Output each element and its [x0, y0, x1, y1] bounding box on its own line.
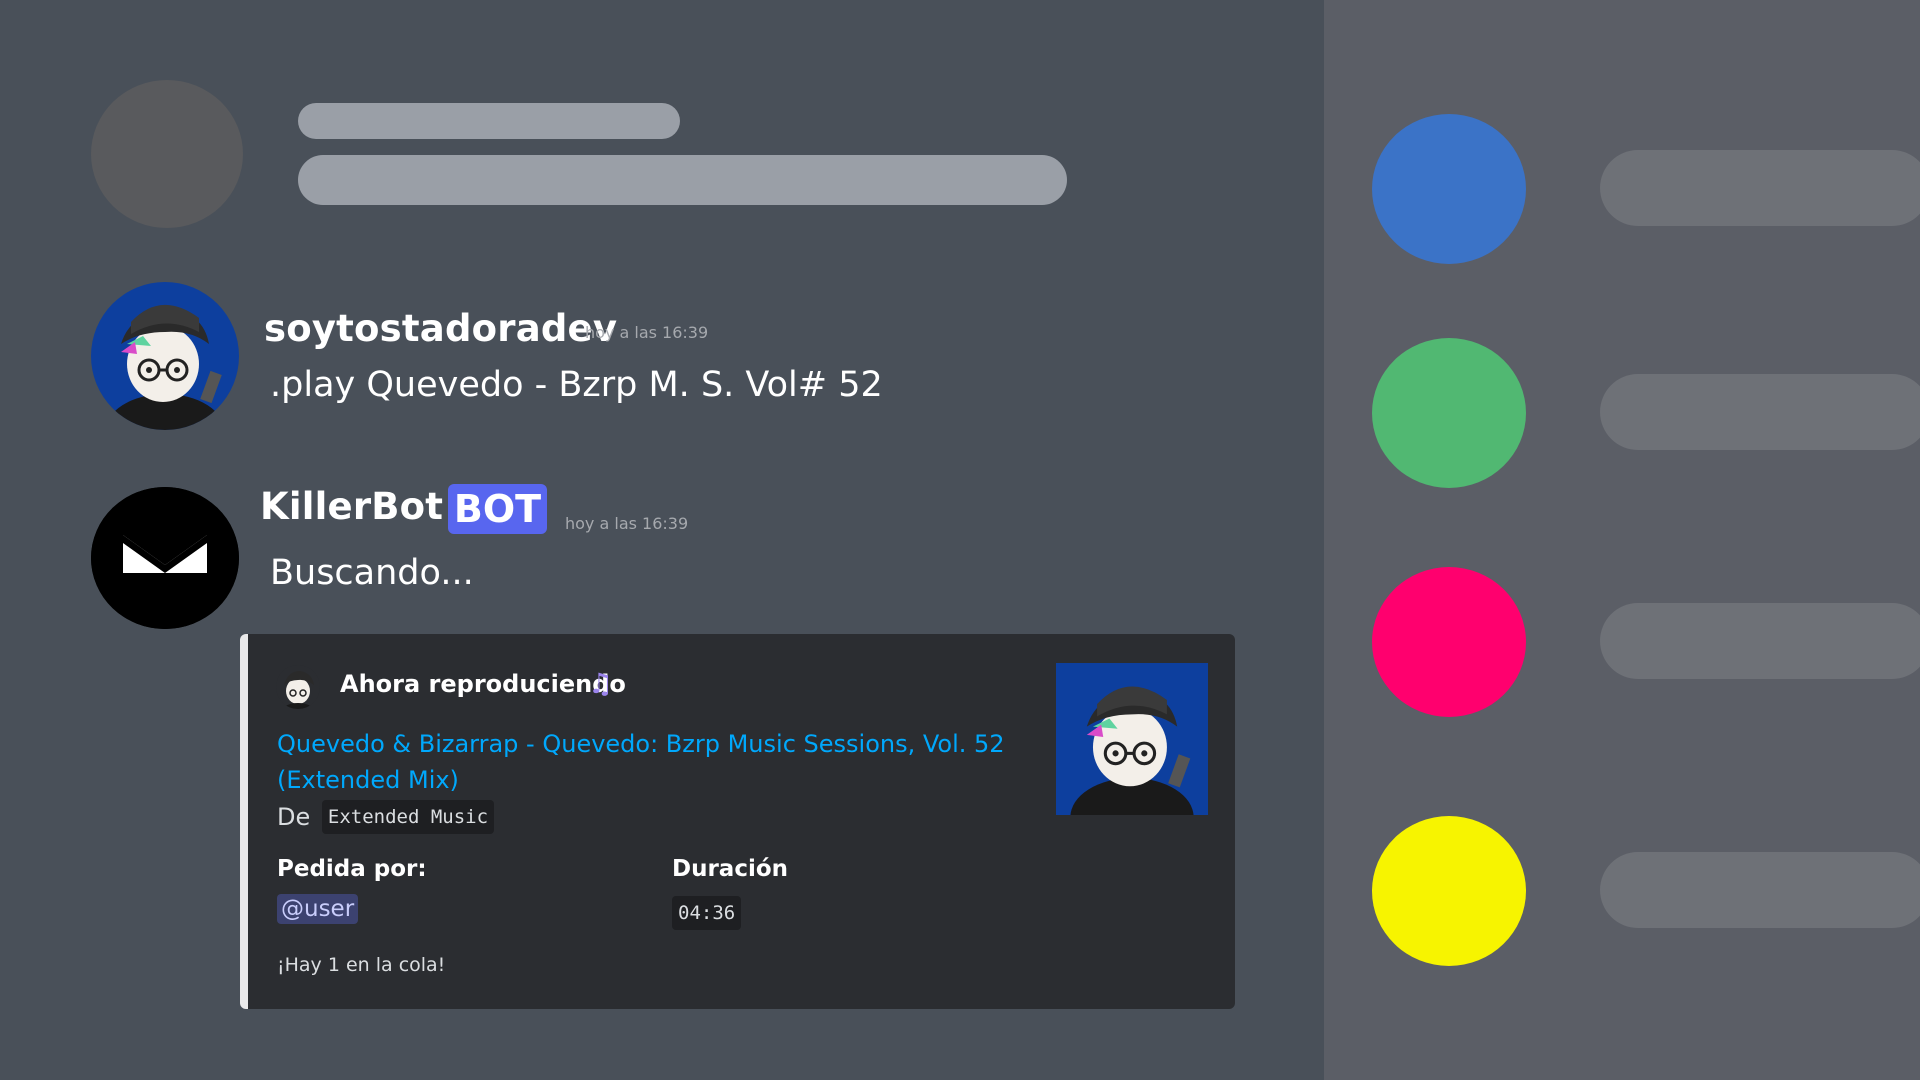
placeholder-avatar	[91, 80, 243, 228]
chat-area: soytostadoradev hoy a las 16:39 .play Qu…	[0, 0, 1324, 1080]
message-username[interactable]: soytostadoradev	[264, 307, 617, 350]
member-name-placeholder	[1600, 852, 1920, 928]
message-timestamp: hoy a las 16:39	[565, 514, 689, 533]
message-timestamp: hoy a las 16:39	[585, 323, 709, 342]
bot-avatar[interactable]	[91, 487, 239, 629]
bot-badge: BOT	[448, 484, 547, 534]
embed-description: De Extended Music	[277, 800, 495, 834]
bot-username[interactable]: KillerBot	[260, 485, 443, 528]
message-content: .play Quevedo - Bzrp M. S. Vol# 52	[270, 365, 883, 405]
duration-value: 04:36	[672, 896, 742, 930]
placeholder-message-line	[298, 155, 1067, 205]
member-item[interactable]	[1372, 114, 1920, 264]
member-name-placeholder	[1600, 374, 1920, 450]
member-item[interactable]	[1372, 338, 1920, 488]
member-avatar	[1372, 816, 1526, 966]
music-note-icon: ♫	[588, 667, 614, 700]
message-content: Buscando...	[270, 553, 474, 593]
member-avatar	[1372, 114, 1526, 264]
embed-title-link[interactable]: Quevedo & Bizarrap - Quevedo: Bzrp Music…	[277, 726, 1007, 798]
embed-author: Ahora reproduciendo	[340, 670, 626, 698]
embed-thumbnail[interactable]	[1055, 663, 1209, 815]
user-avatar[interactable]	[91, 282, 239, 430]
member-list	[1324, 0, 1920, 1080]
embed-footer: ¡Hay 1 en la cola!	[277, 954, 446, 976]
description-prefix: De	[277, 803, 311, 831]
member-item[interactable]	[1372, 816, 1920, 966]
member-name-placeholder	[1600, 603, 1920, 679]
member-avatar	[1372, 567, 1526, 717]
placeholder-username-line	[298, 103, 680, 139]
field-name-requested-by: Pedida por:	[277, 856, 427, 882]
embed-author-avatar	[276, 665, 320, 709]
field-name-duration: Duración	[672, 856, 789, 882]
member-item[interactable]	[1372, 567, 1920, 717]
user-mention[interactable]: @user	[277, 894, 359, 924]
description-code: Extended Music	[321, 800, 495, 834]
member-avatar	[1372, 338, 1526, 488]
now-playing-embed: Ahora reproduciendo ♫ Quevedo & Bizarrap…	[240, 634, 1235, 1009]
member-name-placeholder	[1600, 150, 1920, 226]
